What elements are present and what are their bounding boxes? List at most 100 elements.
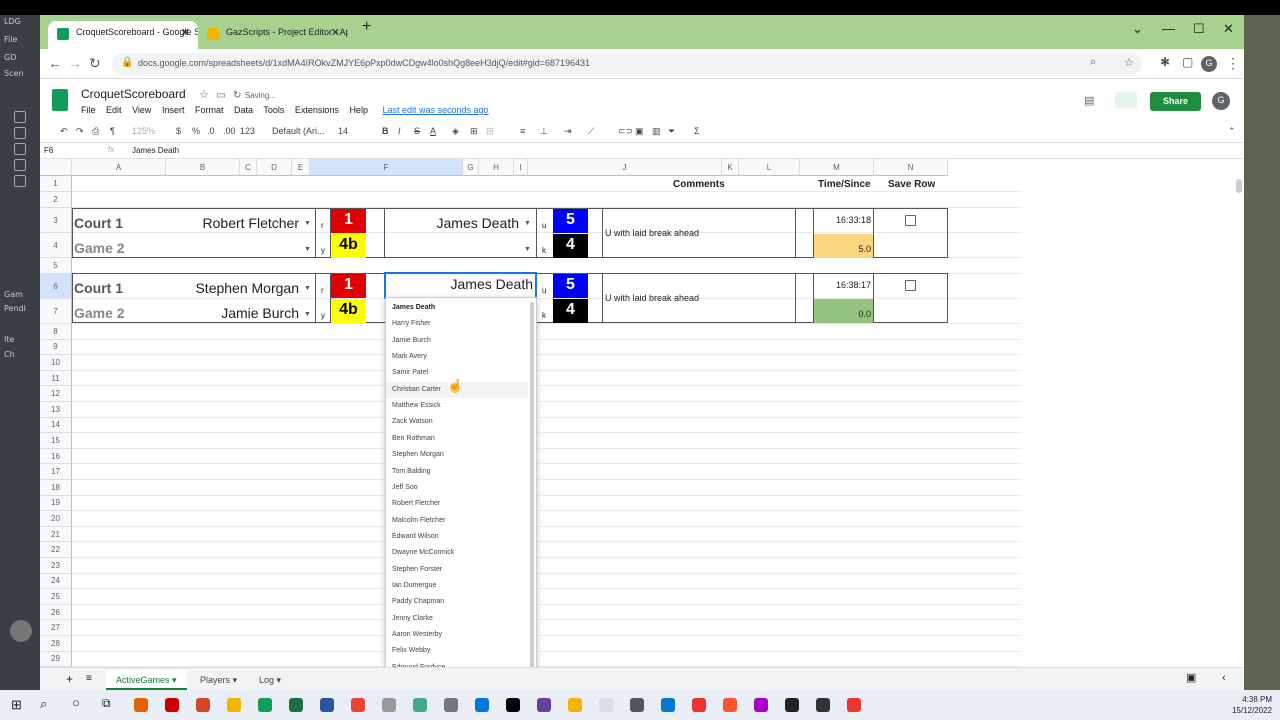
- dropdown-option[interactable]: Jeff Soo: [386, 480, 528, 496]
- cortana-icon[interactable]: ○: [72, 695, 80, 710]
- move-tool-icon[interactable]: [14, 127, 26, 139]
- taskbar-app-icon[interactable]: [785, 698, 799, 712]
- menu-extensions[interactable]: Extensions: [295, 105, 339, 115]
- reload-icon[interactable]: ↻: [89, 55, 101, 72]
- italic-icon[interactable]: I: [398, 126, 401, 136]
- dropdown-option[interactable]: Jamie Burch: [386, 333, 528, 349]
- system-clock[interactable]: 4:38 PM 15/12/2022: [1200, 694, 1272, 716]
- taskbar-app-icon[interactable]: [196, 698, 210, 712]
- chrome-menu-icon[interactable]: ⋮: [1226, 55, 1240, 72]
- borders-icon[interactable]: ⊞: [470, 126, 478, 137]
- taskbar-app-icon[interactable]: [630, 698, 644, 712]
- dropdown-option[interactable]: Malcolm Fletcher: [386, 513, 528, 529]
- dropdown-arrow-icon[interactable]: ▼: [524, 246, 531, 253]
- strikethrough-icon[interactable]: S: [414, 126, 420, 136]
- taskbar-app-icon[interactable]: [847, 698, 861, 712]
- taskbar-app-icon[interactable]: [475, 698, 489, 712]
- taskbar-app-icon[interactable]: [444, 698, 458, 712]
- last-edit-link[interactable]: Last edit was seconds ago: [382, 105, 488, 115]
- merge-cells-icon[interactable]: ⊟: [486, 126, 494, 137]
- column-header-e[interactable]: E: [292, 159, 310, 176]
- comment-cell[interactable]: U with laid break ahead: [605, 228, 699, 238]
- row-header[interactable]: 24: [40, 573, 72, 590]
- formula-input[interactable]: James Death: [132, 146, 179, 155]
- taskbar-app-icon[interactable]: [661, 698, 675, 712]
- name-box[interactable]: F6: [44, 146, 53, 155]
- dropdown-option[interactable]: James Death: [386, 300, 528, 316]
- row-header[interactable]: 15: [40, 433, 72, 449]
- save-row-checkbox[interactable]: [905, 280, 916, 291]
- taskbar-app-icon[interactable]: [568, 698, 582, 712]
- taskbar-app-icon[interactable]: [382, 698, 396, 712]
- since-cell[interactable]: 0.0: [814, 299, 873, 323]
- meet-icon[interactable]: [1115, 92, 1137, 108]
- account-icon[interactable]: [10, 620, 32, 642]
- taskbar-app-icon[interactable]: [227, 698, 241, 712]
- chart-icon[interactable]: ▥: [652, 126, 661, 137]
- dropdown-option[interactable]: Felix Webby: [386, 643, 528, 659]
- time-cell[interactable]: 16:38:17: [814, 280, 871, 290]
- zoom-select[interactable]: 125%: [132, 126, 155, 136]
- column-header-j[interactable]: J: [528, 159, 722, 176]
- column-header-i[interactable]: I: [514, 159, 528, 176]
- taskbar-app-icon[interactable]: [754, 698, 768, 712]
- column-header-c[interactable]: C: [240, 159, 257, 176]
- row-header[interactable]: 28: [40, 636, 72, 652]
- player1-cell[interactable]: Robert Fletcher: [168, 215, 299, 231]
- score-blue[interactable]: 5: [553, 209, 588, 233]
- player1-partner-cell[interactable]: Jamie Burch: [168, 305, 299, 321]
- dropdown-scrollbar[interactable]: [530, 302, 534, 676]
- extensions-icon[interactable]: ✱: [1160, 55, 1170, 69]
- game-label[interactable]: Game 2: [74, 305, 125, 321]
- minimize-button[interactable]: —: [1162, 21, 1175, 36]
- score-black[interactable]: 4: [553, 234, 588, 258]
- maximize-button[interactable]: ☐: [1193, 21, 1205, 37]
- print-icon[interactable]: ⎙: [92, 126, 99, 137]
- row-header[interactable]: 16: [40, 448, 72, 465]
- paint-format-icon[interactable]: ¶: [110, 126, 115, 136]
- taskbar-app-icon[interactable]: [599, 698, 613, 712]
- score-red[interactable]: 1: [331, 209, 366, 233]
- taskbar-app-icon[interactable]: [351, 698, 365, 712]
- tab-gazscripts[interactable]: GazScripts - Project Editor - App ✕: [198, 21, 348, 49]
- link-icon[interactable]: ⊂⊃: [618, 126, 633, 137]
- row-header[interactable]: 21: [40, 526, 72, 543]
- score-yellow[interactable]: 4b: [331, 299, 366, 323]
- row-header[interactable]: 20: [40, 511, 72, 527]
- task-view-icon[interactable]: ⧉: [102, 696, 111, 711]
- percent-format-button[interactable]: %: [192, 126, 200, 136]
- comments-icon[interactable]: ▤: [1084, 94, 1094, 107]
- dropdown-option[interactable]: Tom Balding: [386, 464, 528, 480]
- decrease-decimal-button[interactable]: .0: [207, 126, 215, 136]
- bookmark-star-icon[interactable]: ☆: [1124, 56, 1134, 69]
- move-icon[interactable]: ▭: [216, 90, 225, 101]
- column-header-f[interactable]: F: [310, 159, 463, 176]
- back-icon[interactable]: ←: [48, 55, 62, 71]
- column-header-d[interactable]: D: [257, 159, 292, 176]
- menu-format[interactable]: Format: [195, 105, 224, 115]
- since-cell[interactable]: 5.0: [814, 234, 873, 258]
- column-header-h[interactable]: H: [479, 159, 514, 176]
- row-header[interactable]: 7: [40, 299, 72, 324]
- score-black[interactable]: 4: [553, 299, 588, 323]
- taskbar-app-icon[interactable]: [723, 698, 737, 712]
- filter-icon[interactable]: ⏷: [668, 126, 675, 137]
- tab-croquet-scoreboard[interactable]: CroquetScoreboard - Google She ✕: [48, 21, 198, 49]
- increase-decimal-button[interactable]: .00: [223, 126, 236, 136]
- dropdown-option[interactable]: Stephen Forster: [386, 562, 528, 578]
- score-red[interactable]: 1: [331, 274, 366, 298]
- sheets-logo-icon[interactable]: [52, 89, 68, 111]
- row-header[interactable]: 8: [40, 324, 72, 340]
- row-header[interactable]: 29: [40, 651, 72, 667]
- dropdown-arrow-icon[interactable]: ▼: [304, 311, 311, 318]
- search-icon[interactable]: ⌕: [40, 696, 47, 712]
- comment-icon[interactable]: ▣: [635, 126, 644, 137]
- row-header[interactable]: 6: [40, 274, 72, 299]
- save-row-checkbox[interactable]: [905, 215, 916, 226]
- taskbar-app-icon[interactable]: [692, 698, 706, 712]
- menu-view[interactable]: View: [132, 105, 151, 115]
- hand-tool-icon[interactable]: [14, 111, 26, 123]
- dropdown-arrow-icon[interactable]: ▼: [524, 220, 531, 227]
- column-header-b[interactable]: B: [166, 159, 240, 176]
- dropdown-option[interactable]: Ben Rothman: [386, 431, 528, 447]
